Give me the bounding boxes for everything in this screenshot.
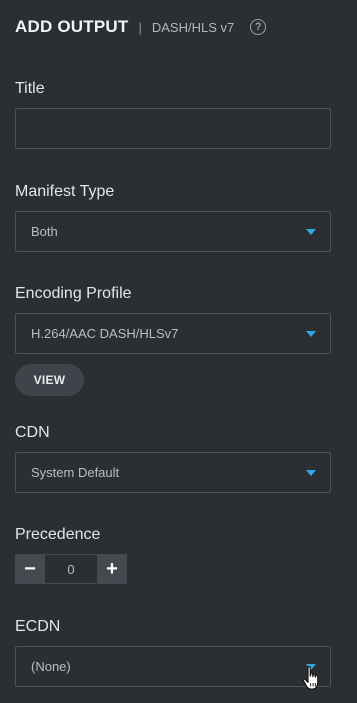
title-field[interactable] — [15, 108, 331, 149]
encoding-profile-value: H.264/AAC DASH/HLSv7 — [31, 326, 179, 341]
caret-down-icon — [306, 229, 316, 235]
panel-subtitle: DASH/HLS v7 — [151, 19, 235, 35]
view-profile-button[interactable]: VIEW — [15, 364, 84, 396]
caret-down-icon — [306, 664, 316, 670]
ecdn-label: ECDN — [15, 618, 61, 635]
increment-button[interactable]: + — [97, 554, 127, 584]
cdn-label: CDN — [15, 424, 50, 441]
precedence-label: Precedence — [15, 526, 101, 543]
caret-down-icon — [306, 331, 316, 337]
panel-header: ADD OUTPUT | DASH/HLS v7 ? — [15, 15, 267, 39]
ecdn-select[interactable]: (None) — [15, 646, 331, 687]
encoding-profile-label: Encoding Profile — [15, 285, 132, 302]
manifest-type-label: Manifest Type — [15, 183, 115, 200]
cdn-select[interactable]: System Default — [15, 452, 331, 493]
title-input[interactable] — [16, 109, 330, 148]
precedence-stepper: − 0 + — [15, 554, 127, 584]
ecdn-value: (None) — [31, 659, 71, 674]
caret-down-icon — [306, 470, 316, 476]
manifest-type-select[interactable]: Both — [15, 211, 331, 252]
title-label: Title — [15, 80, 45, 97]
decrement-button[interactable]: − — [15, 554, 45, 584]
manifest-type-value: Both — [31, 224, 58, 239]
question-circle-icon[interactable]: ? — [250, 19, 267, 35]
precedence-value[interactable]: 0 — [45, 554, 97, 584]
header-separator: | — [138, 19, 142, 35]
panel-title: ADD OUTPUT — [15, 17, 129, 36]
cdn-value: System Default — [31, 465, 120, 480]
add-output-panel: ADD OUTPUT | DASH/HLS v7 ? Title Manifes… — [0, 0, 357, 703]
encoding-profile-select[interactable]: H.264/AAC DASH/HLSv7 — [15, 313, 331, 354]
